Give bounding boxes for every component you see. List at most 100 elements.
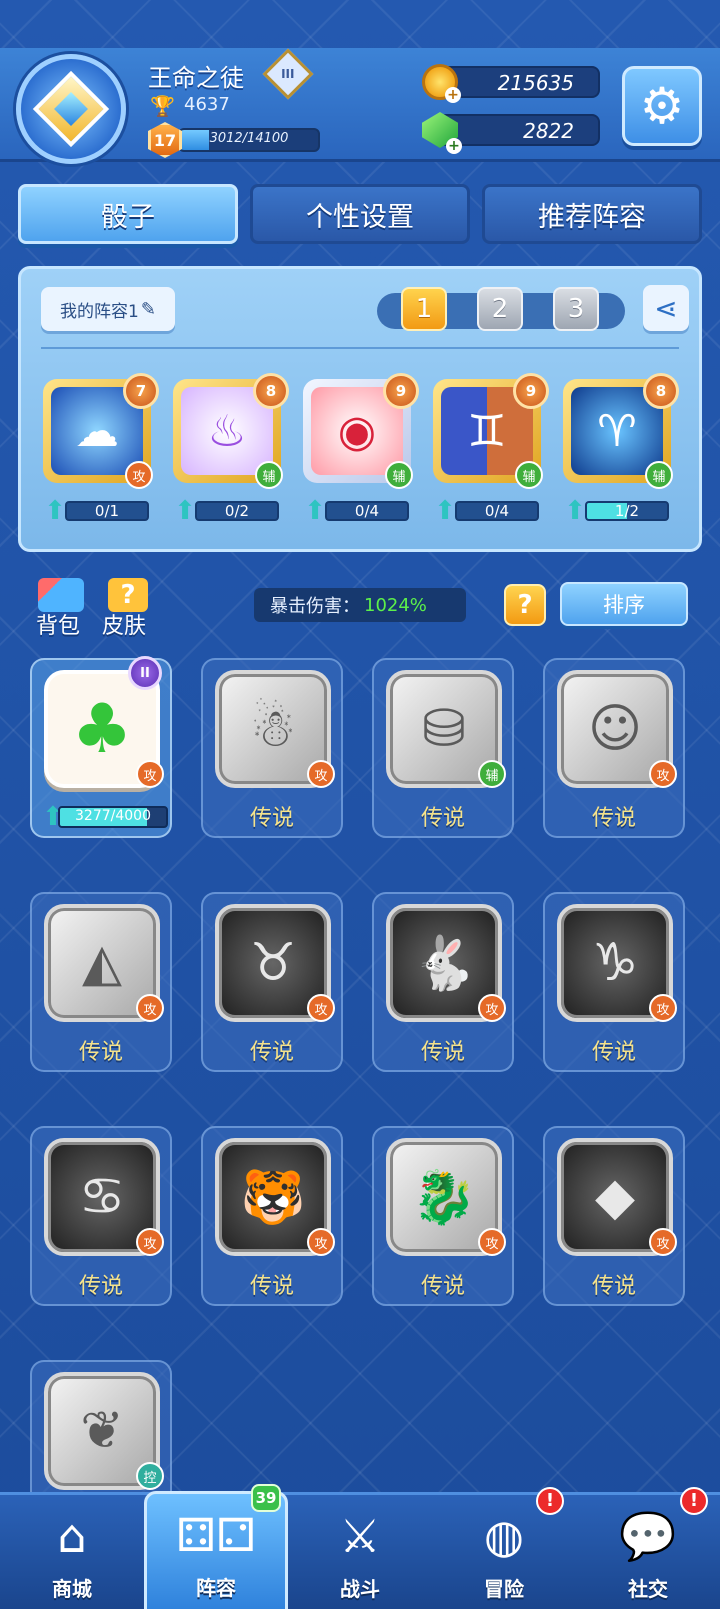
nav-social[interactable]: 💬 社交 ! [576,1487,720,1609]
role-tag-support: 辅 [385,461,413,489]
rarity-label: 传说 [420,1040,465,1065]
dice-upgrade-progress: 1/2 [585,501,669,521]
lineup-dice-1[interactable]: ☁ 7 攻 ⬆ 0/1 [41,373,159,531]
rarity-label: 传说 [78,1040,123,1065]
rank-badge-icon[interactable]: III [262,48,314,100]
lineup-name-button[interactable]: 我的阵容1 ✎ [41,287,175,331]
progress-text: 3277/4000 [75,808,151,824]
progress-text: 0/1 [94,502,120,520]
role-tag-attack: 攻 [136,760,164,788]
progress-text: 0/4 [484,502,510,520]
lineup-dice-2[interactable]: ♨ 8 辅 ⬆ 0/2 [171,373,289,531]
chat-bubbles-icon: 💬 [619,1509,677,1563]
edit-pencil-icon: ✎ [140,298,156,320]
role-tag-support: 辅 [515,461,543,489]
collection-dice-locked[interactable]: ♑ 攻 传说 [543,892,685,1072]
collection-dice-locked[interactable]: ☺ 攻 传说 [543,658,685,838]
nav-count-badge: 39 [251,1484,281,1512]
collection-dice-locked[interactable]: 🐯 攻 传说 [201,1126,343,1306]
tab-dice[interactable]: 骰子 [18,184,238,244]
backpack-label[interactable]: 背包 [36,608,80,640]
coin-value: 215635 [497,71,574,95]
collection-dice-locked[interactable]: ♉ 攻 传说 [201,892,343,1072]
rarity-label: 传说 [249,1274,294,1299]
bottom-navigation: ⌂ 商城 ⚃⚁ 阵容 39 ⚔ 战斗 ◍ 冒险 ! 💬 社交 ! [0,1484,720,1609]
role-tag-attack: 攻 [649,760,677,788]
nav-shop[interactable]: ⌂ 商城 [0,1495,144,1609]
crit-damage-display: 暴击伤害： 1024% [254,588,466,622]
lineup-dice-3[interactable]: ◉ 9 辅 ⬆ 0/4 [301,373,419,531]
role-tag-attack: 攻 [307,994,335,1022]
lineup-slot-2[interactable]: 2 [477,287,523,331]
rarity-label: 传说 [420,806,465,831]
player-header: 王命之徒 III 🏆 4637 3012/14100 17 215635 + 2… [0,48,720,164]
xp-bar: 3012/14100 [178,128,320,152]
collection-dice-locked[interactable]: ◆ 攻 传说 [543,1126,685,1306]
progress-text: 0/2 [224,502,250,520]
help-button[interactable]: ? [504,584,546,626]
settings-button[interactable]: ⚙ [622,66,702,146]
skin-label[interactable]: 皮肤 [102,608,146,640]
nav-label: 商城 [52,1577,92,1601]
role-tag-attack: 攻 [136,1228,164,1256]
collection-dice-locked[interactable]: ♋ 攻 传说 [30,1126,172,1306]
trophy-count: 4637 [184,94,230,115]
collection-dice-locked[interactable]: ⛁ 辅 传说 [372,658,514,838]
gear-icon: ⚙ [639,77,685,135]
lineup-dice-5[interactable]: ♈ 8 辅 ⬆ 1/2 [561,373,679,531]
share-icon: ⋖ [654,291,678,325]
nav-battle[interactable]: ⚔ 战斗 [288,1495,432,1609]
crossed-swords-icon: ⚔ [339,1509,381,1563]
add-gems-icon[interactable]: + [446,138,462,154]
lineup-slot-1[interactable]: 1 [401,287,447,331]
gem-value: 2822 [523,119,574,143]
progress-text: 1/2 [614,502,640,520]
lineup-slot-3[interactable]: 3 [553,287,599,331]
collection-dice-clover[interactable]: ♣ II 攻 ⬆ 3277/4000 [30,656,172,838]
rarity-label: 传说 [249,1040,294,1065]
player-avatar[interactable] [16,54,126,164]
dice-level-badge: 7 [123,373,159,409]
role-tag-support: 辅 [478,760,506,788]
nav-label: 战斗 [340,1577,380,1601]
rank-badge-text: III [281,67,295,81]
lineup-dice-4[interactable]: ♊ 9 辅 ⬆ 0/4 [431,373,549,531]
xp-text: 3012/14100 [209,131,289,146]
dice-level-badge: 9 [383,373,419,409]
role-tag-support: 辅 [645,461,673,489]
role-tag-support: 辅 [255,461,283,489]
dice-upgrade-progress: 0/2 [195,501,279,521]
backpack-icon[interactable] [38,578,84,612]
collection-dice-locked[interactable]: ❦ 控 [30,1360,172,1492]
role-tag-attack: 攻 [649,994,677,1022]
sort-button[interactable]: 排序 [560,582,688,626]
lineup-panel: 我的阵容1 ✎ 1 2 3 ⋖ ☁ 7 攻 ⬆ 0/1 ♨ 8 辅 ⬆ 0/2 … [18,266,702,552]
skin-icon[interactable]: ? [108,578,148,612]
nav-label: 冒险 [484,1577,524,1601]
progress-text: 0/4 [354,502,380,520]
share-button[interactable]: ⋖ [643,285,689,331]
nav-label: 阵容 [196,1576,236,1600]
tab-customize[interactable]: 个性设置 [250,184,470,244]
dice-level-badge: 8 [253,373,289,409]
crit-damage-label: 暴击伤害： [270,596,360,617]
coin-balance: 215635 [438,66,600,98]
rarity-label: 传说 [249,806,294,831]
player-name: 王命之徒 [148,64,244,92]
collection-dice-locked[interactable]: 🐉 攻 传说 [372,1126,514,1306]
dice-upgrade-progress: 3277/4000 [58,806,168,828]
coin-icon[interactable]: + [422,64,461,103]
dice-level-badge: 8 [643,373,679,409]
collection-dice-locked[interactable]: ◭ 攻 传说 [30,892,172,1072]
role-tag-control: 控 [136,1462,164,1490]
collection-dice-locked[interactable]: 🐇 攻 传说 [372,892,514,1072]
role-tag-attack: 攻 [478,994,506,1022]
nav-lineup[interactable]: ⚃⚁ 阵容 39 [144,1484,288,1609]
nav-adventure[interactable]: ◍ 冒险 ! [432,1487,576,1609]
tab-recommended-lineup[interactable]: 推荐阵容 [482,184,702,244]
collection-dice-locked[interactable]: ☃ 攻 传说 [201,658,343,838]
dice-upgrade-progress: 0/1 [65,501,149,521]
gem-balance: 2822 [438,114,600,146]
dice-upgrade-progress: 0/4 [455,501,539,521]
add-coins-icon[interactable]: + [445,87,461,103]
